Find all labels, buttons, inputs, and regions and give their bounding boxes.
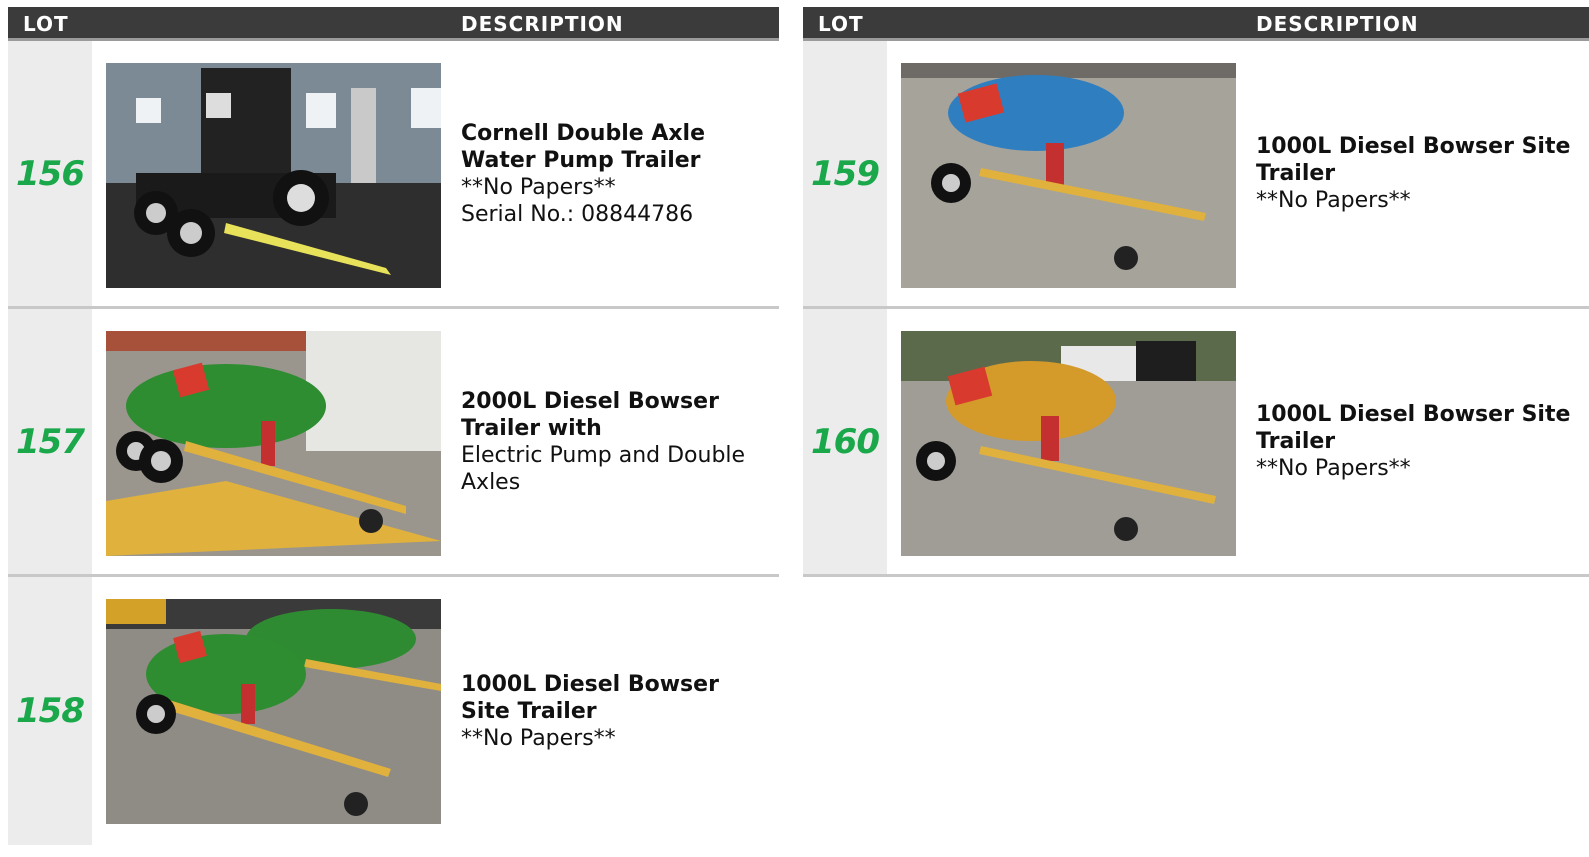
lot-title: 2000L Diesel Bowser Trailer with	[461, 388, 719, 441]
lot-papers-note: **No Papers**	[1256, 456, 1411, 481]
green-diesel-bowser-photo	[106, 331, 441, 556]
description-column-header: DESCRIPTION	[1256, 12, 1419, 36]
lot-column-header: LOT	[23, 12, 69, 36]
table-header: LOT DESCRIPTION	[803, 7, 1589, 41]
lot-cell: 160	[803, 309, 887, 574]
lot-number: 158	[16, 691, 85, 731]
lot-title: 1000L Diesel Bowser Site Trailer	[1256, 134, 1571, 186]
lot-title: 1000L Diesel Bowser Site Trailer	[1256, 402, 1571, 454]
lot-description: 2000L Diesel Bowser Trailer with Electri…	[461, 309, 769, 574]
description-column-header: DESCRIPTION	[461, 12, 624, 36]
lot-papers-note: **No Papers**	[461, 725, 616, 751]
lot-number: 160	[811, 421, 880, 462]
lot-papers-note: **No Papers**	[1256, 188, 1411, 213]
lot-papers-note: **No Papers**	[461, 174, 616, 200]
lot-serial-number: Serial No.: 08844786	[461, 201, 694, 227]
lot-row-159: 159 1000L Diesel Bowser Site Trailer **N…	[803, 41, 1589, 309]
lot-column-header: LOT	[818, 12, 864, 36]
lot-cell: 158	[8, 577, 92, 845]
lot-row-160: 160 1000L Diesel Bowser Site Trailer **N…	[803, 309, 1589, 577]
lot-number: 159	[811, 153, 880, 194]
lot-number: 157	[16, 421, 85, 462]
lot-description: 1000L Diesel Bowser Site Trailer **No Pa…	[1256, 309, 1579, 574]
catalog-table-left: LOT DESCRIPTION 156 Cornell Double Axle …	[8, 7, 779, 845]
lot-row-156: 156 Cornell Double Axle Water Pump Trail…	[8, 41, 779, 309]
yellow-diesel-bowser-photo	[901, 331, 1236, 556]
catalog-table-right: LOT DESCRIPTION 159 1000L Diesel Bowser …	[803, 7, 1589, 577]
lot-number: 156	[16, 153, 85, 194]
lot-row-157: 157 2000L Diesel Bowser Trailer with Ele…	[8, 309, 779, 577]
table-header: LOT DESCRIPTION	[8, 7, 779, 41]
water-pump-trailer-photo	[106, 63, 441, 288]
lot-title: Cornell Double Axle Water Pump Trailer	[461, 120, 706, 173]
lot-cell: 157	[8, 309, 92, 574]
lot-cell: 159	[803, 41, 887, 306]
lot-title: 1000L Diesel Bowser Site Trailer	[461, 671, 719, 724]
lot-description: Cornell Double Axle Water Pump Trailer *…	[461, 41, 769, 306]
blue-diesel-bowser-photo	[901, 63, 1236, 288]
lot-description: 1000L Diesel Bowser Site Trailer **No Pa…	[1256, 41, 1579, 306]
green-site-bowser-photo	[106, 599, 441, 824]
lot-cell: 156	[8, 41, 92, 306]
lot-description: 1000L Diesel Bowser Site Trailer **No Pa…	[461, 577, 769, 845]
lot-row-158: 158 1000L Diesel Bowser Site Trailer **N…	[8, 577, 779, 845]
lot-description-line: Electric Pump and Double Axles	[461, 442, 746, 495]
